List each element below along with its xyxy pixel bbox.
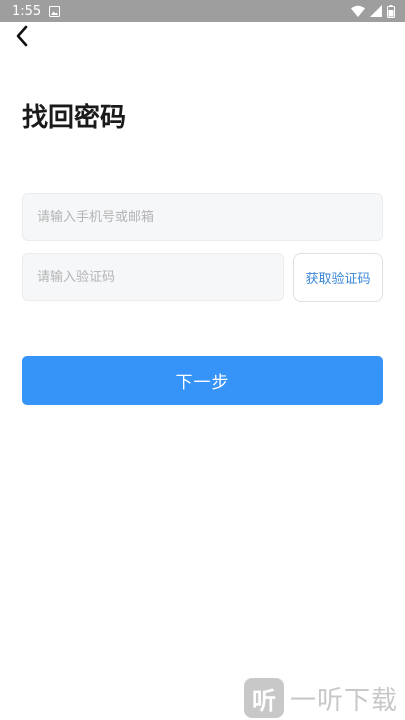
next-button-label: 下一步: [175, 373, 230, 393]
page-title: 找回密码: [22, 103, 127, 133]
next-button[interactable]: 下一步: [22, 356, 383, 405]
status-left: 1:55: [12, 3, 61, 19]
wifi-icon: [351, 5, 365, 17]
get-code-button[interactable]: 获取验证码: [293, 253, 383, 302]
back-button[interactable]: [8, 24, 36, 52]
watermark-logo-char: 听: [252, 686, 276, 715]
watermark: 听 一听下载: [244, 677, 398, 719]
signal-icon: [370, 5, 382, 17]
get-code-label: 获取验证码: [305, 272, 371, 287]
battery-icon: [387, 4, 395, 18]
status-right: [351, 4, 395, 18]
account-field[interactable]: [22, 193, 383, 241]
verification-code-field[interactable]: [22, 253, 284, 301]
watermark-text: 一听下载: [290, 685, 399, 716]
watermark-logo-icon: 听: [244, 678, 284, 718]
back-arrow-icon: [15, 25, 29, 51]
status-bar: 1:55: [0, 0, 405, 22]
account-input[interactable]: [23, 194, 382, 240]
image-icon: [49, 5, 61, 17]
status-time: 1:55: [12, 3, 42, 19]
verification-code-input[interactable]: [23, 254, 283, 300]
